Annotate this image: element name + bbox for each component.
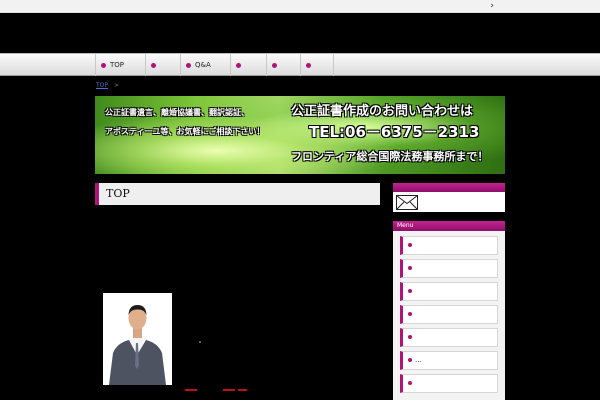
contact-mail-box[interactable]: [393, 192, 505, 212]
nav-item-top[interactable]: TOP: [95, 54, 145, 76]
sidebar-menu-item[interactable]: ...: [400, 351, 498, 370]
bullet-icon: [408, 335, 412, 339]
hero-banner[interactable]: 公正証書遺言、離婚協議書、翻訳認証、 アポスティーユ等、お気軽にご相談下さい！ …: [95, 96, 505, 174]
bullet-icon: [186, 62, 191, 68]
bullet-icon: [408, 381, 412, 385]
breadcrumb-home-link[interactable]: TOP: [96, 82, 108, 89]
banner-phone: TEL:06－6375－2313: [309, 123, 480, 141]
bullet-icon: [408, 312, 412, 316]
sidebar-menu-item[interactable]: [400, 374, 498, 393]
global-nav: TOP Q&A: [0, 53, 600, 76]
bullet-icon: [306, 62, 311, 68]
content-link-mark[interactable]: [238, 389, 247, 391]
sidebar-menu-item-label: ...: [415, 356, 422, 364]
mail-icon: [396, 195, 418, 210]
bullet-icon: [408, 243, 412, 247]
bullet-icon: [408, 289, 412, 293]
nav-item-4[interactable]: [230, 54, 266, 76]
banner-office-name: フロンティア総合国際法務事務所まで！: [291, 150, 489, 163]
nav-item-5[interactable]: [266, 54, 300, 76]
content-link-mark[interactable]: [223, 389, 235, 391]
banner-consult-text: アポスティーユ等、お気軽にご相談下さい！: [105, 127, 265, 136]
sidebar-menu-item[interactable]: [400, 305, 498, 324]
banner-services-text: 公正証書遺言、離婚協議書、翻訳認証、: [105, 108, 249, 117]
profile-photo: [103, 293, 172, 385]
bullet-icon: [408, 266, 412, 270]
nav-item-label: TOP: [110, 61, 125, 69]
content-marker: [199, 341, 201, 343]
sidebar-header-bar: [393, 183, 505, 192]
nav-item-2[interactable]: [145, 54, 180, 76]
chevron-right-icon[interactable]: ›: [490, 0, 494, 12]
content-link-mark[interactable]: [185, 389, 197, 391]
nav-item-6[interactable]: [300, 54, 334, 76]
nav-item-label: Q&A: [195, 61, 211, 69]
sidebar-menu-item[interactable]: [400, 328, 498, 347]
page-title: TOP: [95, 183, 380, 205]
bullet-icon: [272, 62, 277, 68]
banner-headline: 公正証書作成のお問い合わせは: [291, 104, 474, 119]
bullet-icon: [151, 62, 156, 68]
breadcrumb: TOP >: [96, 82, 119, 89]
nav-item-qa[interactable]: Q&A: [180, 54, 230, 76]
breadcrumb-separator: >: [114, 82, 120, 89]
bullet-icon: [408, 358, 412, 362]
sidebar-menu-item[interactable]: [400, 259, 498, 278]
bullet-icon: [101, 62, 106, 68]
sidebar-menu-title: Menu: [393, 221, 505, 231]
top-utility-bar: ›: [0, 0, 600, 13]
sidebar-menu-item[interactable]: [400, 236, 498, 255]
bullet-icon: [236, 62, 241, 68]
sidebar-menu-item[interactable]: [400, 282, 498, 301]
